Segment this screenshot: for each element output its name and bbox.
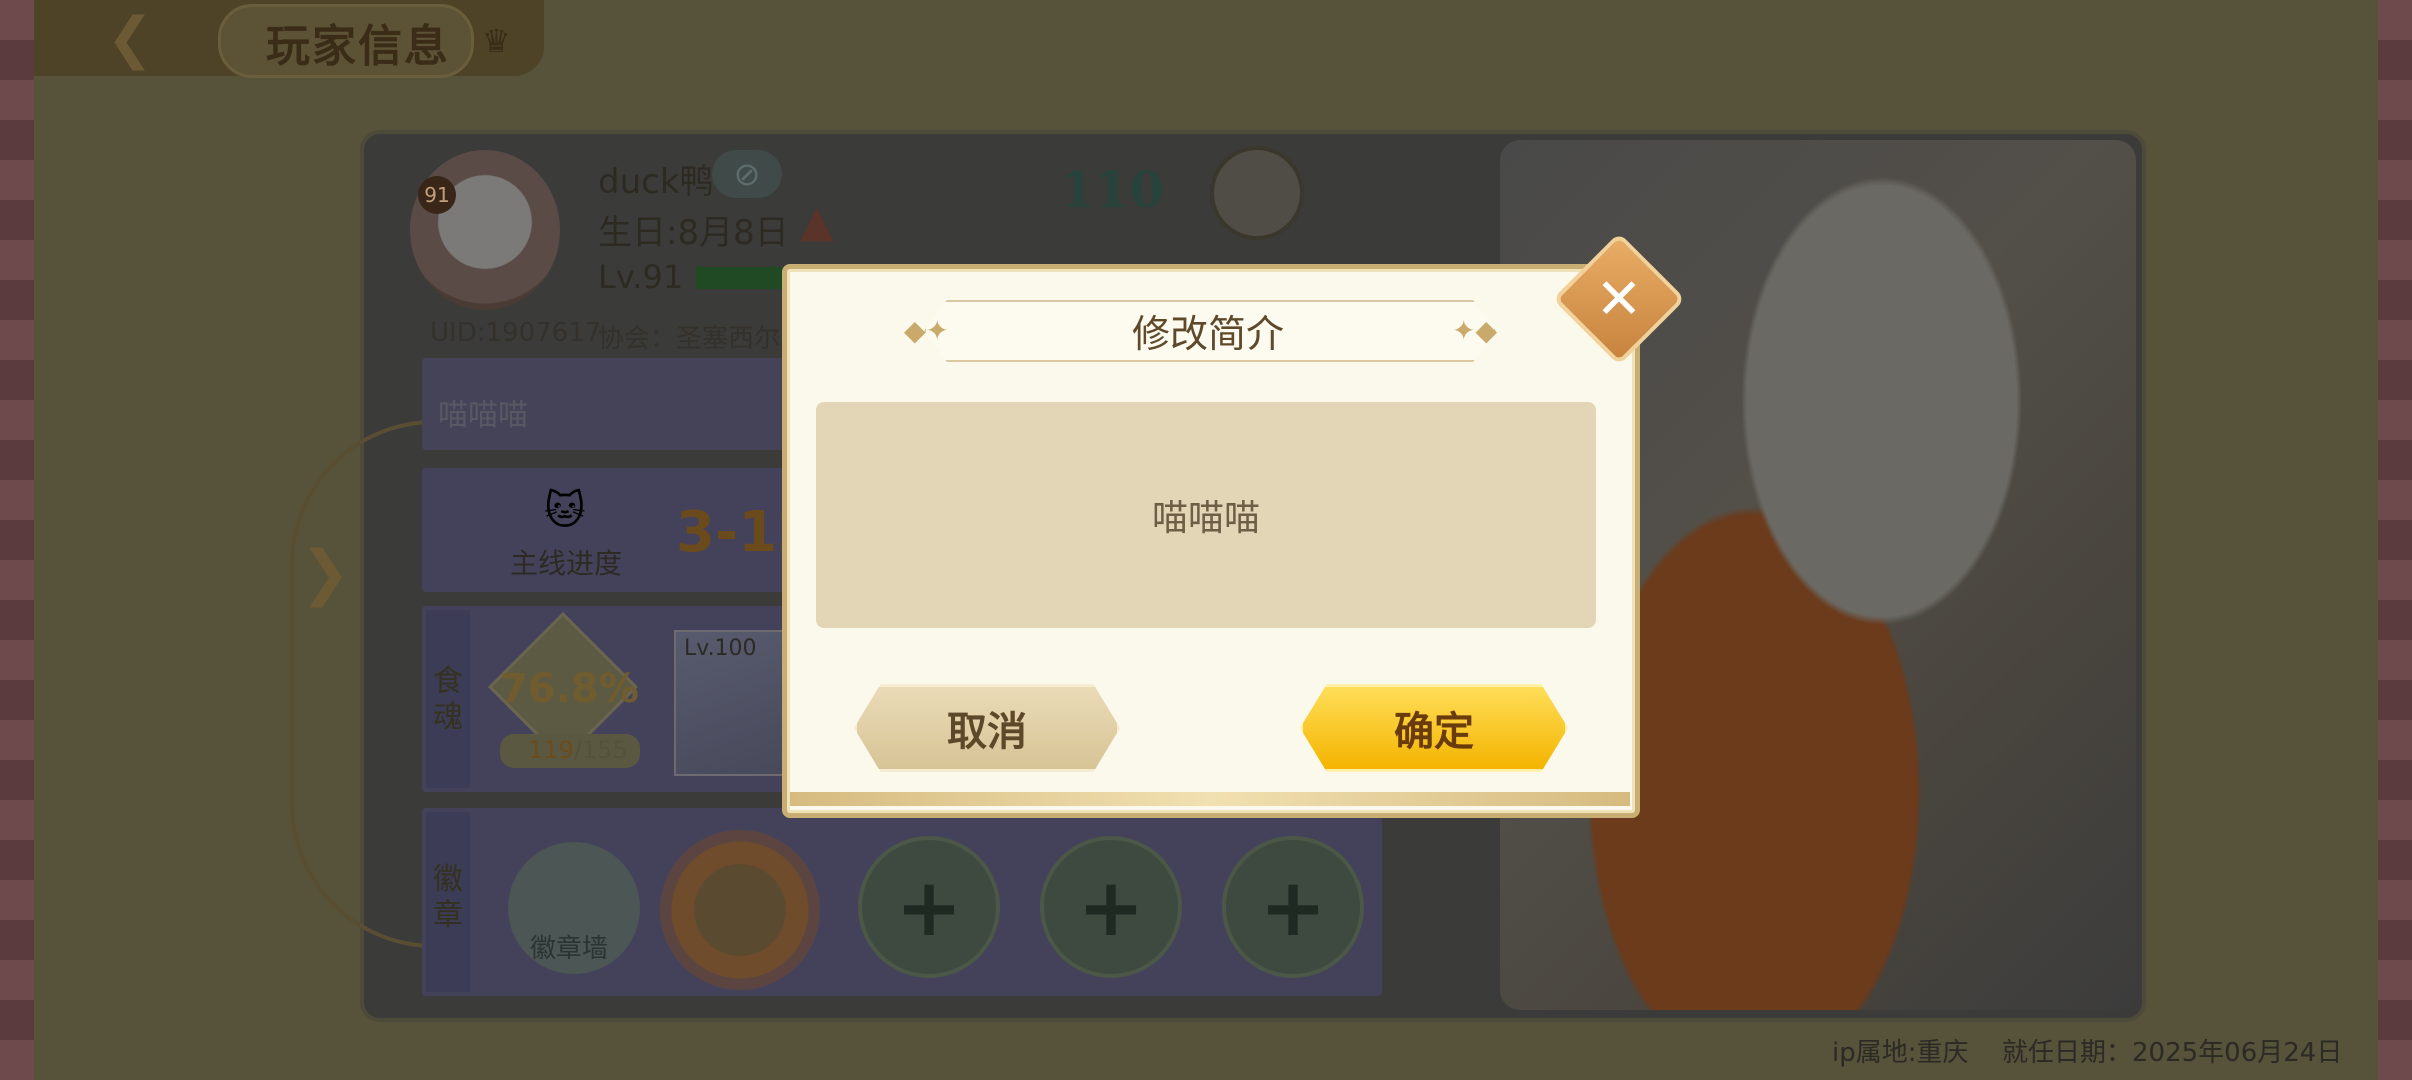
- badge-item[interactable]: [660, 830, 820, 990]
- back-arrow-icon[interactable]: ❮: [80, 6, 180, 71]
- expand-arrow-icon[interactable]: ❯: [300, 538, 350, 608]
- uid-text: UID:1907617: [430, 318, 602, 348]
- guild-text: 协会：圣塞西尔: [598, 324, 781, 354]
- food-soul-owned: 119: [528, 736, 574, 764]
- avatar[interactable]: [410, 150, 560, 310]
- progress-label: 主线进度: [510, 547, 623, 580]
- food-soul-label: 食魂: [433, 664, 463, 735]
- cat-icon: 🐱: [544, 488, 586, 534]
- add-icon[interactable]: +: [1040, 836, 1182, 978]
- add-icon[interactable]: +: [858, 836, 1000, 978]
- cake-icon: ▲: [800, 196, 834, 247]
- badge-wall-label: 徽章墙: [530, 934, 609, 964]
- add-icon[interactable]: +: [1222, 836, 1364, 978]
- appointment-date: 就任日期：2025年06月24日: [2002, 1038, 2343, 1068]
- crown-icon: ♛: [482, 22, 511, 60]
- food-soul-percent: 76.8%: [500, 666, 639, 712]
- exp-bar: [696, 267, 786, 289]
- dialog-title: 修改简介: [1131, 312, 1284, 356]
- badge-label: 徽章: [433, 862, 463, 933]
- left-frame-decoration: [0, 0, 34, 1080]
- food-soul-total: /155: [573, 736, 628, 764]
- cancel-button[interactable]: 取消: [854, 684, 1120, 772]
- character-level: Lv.100: [684, 636, 757, 661]
- bio-text: 喵喵喵: [438, 398, 528, 433]
- plate-icon[interactable]: [1210, 146, 1304, 240]
- confirm-button[interactable]: 确定: [1300, 684, 1568, 772]
- visibility-icon[interactable]: ⊘: [712, 150, 782, 198]
- bio-input[interactable]: 喵喵喵: [816, 402, 1596, 628]
- sparkle-icon: ◆✦: [904, 314, 949, 347]
- avatar-level-badge: 91: [418, 176, 456, 214]
- close-icon[interactable]: ✕: [1572, 252, 1666, 346]
- page-title: 玩家信息: [266, 21, 450, 72]
- player-name: duck鸭: [598, 162, 714, 202]
- player-level: Lv.91: [598, 258, 684, 296]
- score-value: 110: [1059, 160, 1165, 219]
- ip-location: ip属地:重庆: [1832, 1038, 1969, 1068]
- food-soul-count: 119/155: [528, 736, 628, 764]
- sparkle-icon: ✦◆: [1452, 314, 1497, 347]
- side-arc-decoration: [290, 420, 434, 948]
- right-frame-decoration: [2378, 0, 2412, 1080]
- birthday-text: 生日:8月8日: [598, 213, 789, 253]
- dialog-bottom-trim: [790, 792, 1630, 806]
